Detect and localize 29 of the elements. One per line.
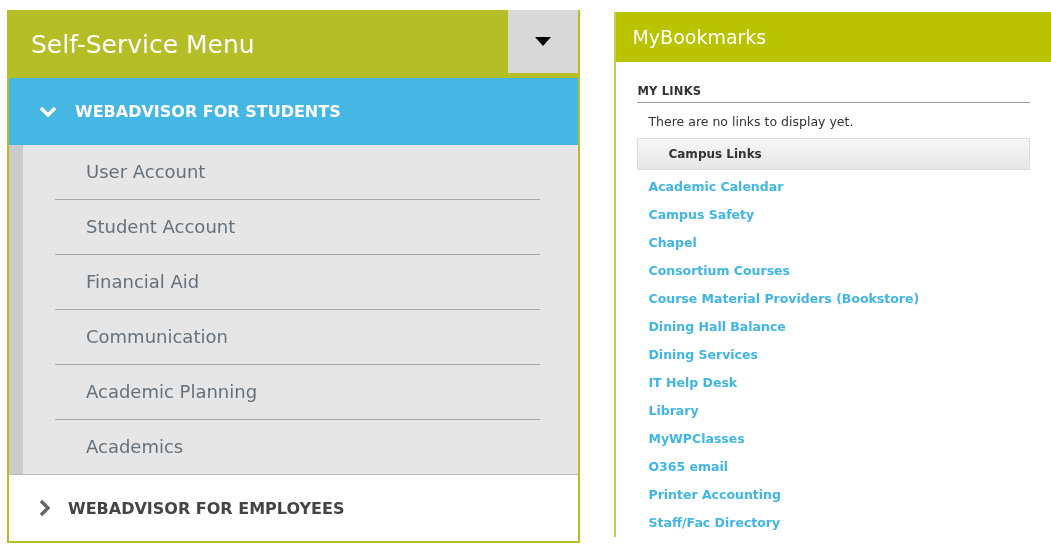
bookmark-link[interactable]: Staff/Fac Directory bbox=[648, 509, 1031, 537]
bookmark-link[interactable]: Chapel bbox=[648, 229, 1031, 257]
bookmark-link[interactable]: Academic Calendar bbox=[648, 173, 1031, 201]
menu-item[interactable]: Academics bbox=[55, 420, 541, 474]
bookmark-link[interactable]: Campus Safety bbox=[648, 201, 1031, 229]
bookmark-link[interactable]: Printer Accounting bbox=[648, 481, 1031, 509]
panel-title: MyBookmarks bbox=[616, 12, 1051, 62]
bookmark-link[interactable]: IT Help Desk bbox=[648, 369, 1031, 397]
bookmark-link[interactable]: O365 email bbox=[648, 453, 1031, 481]
dropdown-button[interactable] bbox=[508, 10, 579, 73]
empty-message: There are no links to display yet. bbox=[647, 113, 855, 131]
menu-item[interactable]: Financial Aid bbox=[55, 255, 541, 310]
menu-item[interactable]: Student Account bbox=[55, 200, 541, 255]
bookmark-link[interactable]: Consortium Courses bbox=[648, 257, 1031, 285]
bookmark-link[interactable]: Course Material Providers (Bookstore) bbox=[648, 285, 1031, 313]
menu-item[interactable]: Academic Planning bbox=[55, 365, 541, 420]
group-heading: Campus Links bbox=[637, 138, 1031, 170]
chevron-right-icon bbox=[39, 499, 50, 517]
caret-icon bbox=[535, 37, 552, 46]
bookmark-link[interactable]: Dining Services bbox=[648, 341, 1031, 369]
section-heading: MY LINKS bbox=[637, 84, 1031, 103]
bookmark-link[interactable]: Library bbox=[648, 397, 1031, 425]
chevron-down-icon bbox=[39, 106, 57, 117]
menu-item[interactable]: Communication bbox=[55, 310, 541, 365]
menu-item[interactable]: User Account bbox=[55, 145, 541, 200]
bookmark-link[interactable]: Dining Hall Balance bbox=[648, 313, 1031, 341]
bookmark-link[interactable]: MyWPClasses bbox=[648, 425, 1031, 453]
section-header[interactable]: WEBADVISOR FOR STUDENTS bbox=[9, 78, 579, 145]
menu-title: Self-Service Menu bbox=[30, 29, 255, 59]
